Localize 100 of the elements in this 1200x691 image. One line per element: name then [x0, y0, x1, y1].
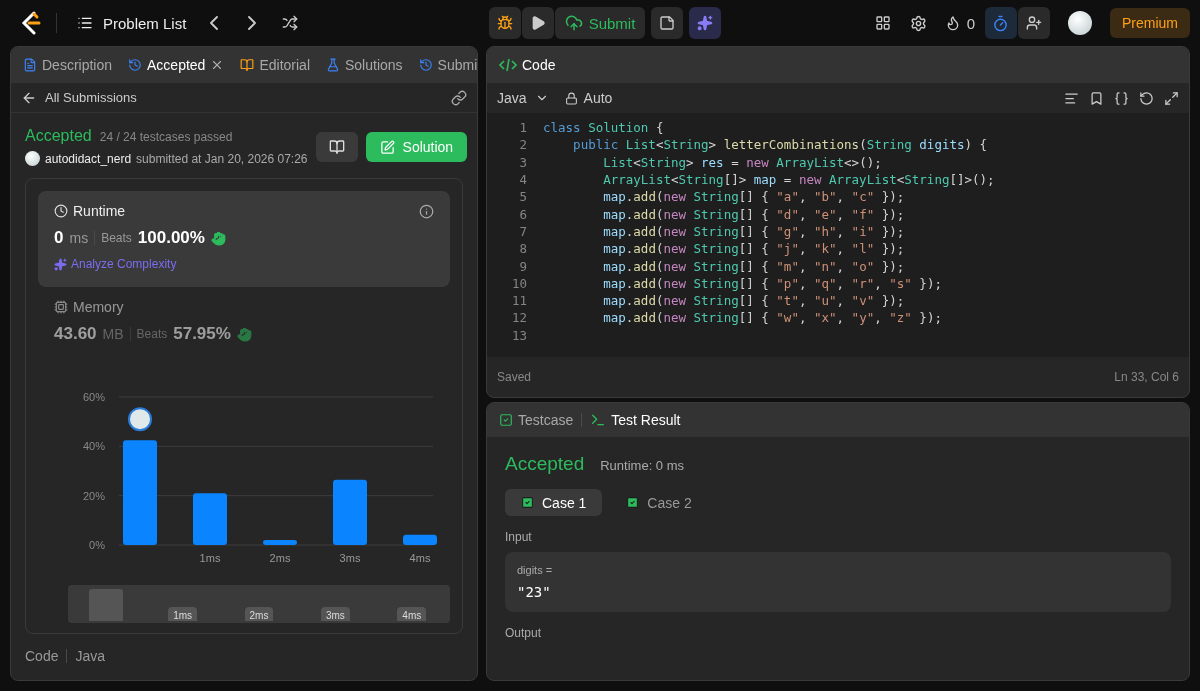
expand-icon[interactable]: [1164, 90, 1179, 106]
metric-title: Runtime: [73, 203, 126, 219]
book-icon: [240, 58, 255, 72]
tab[interactable]: Test Result: [584, 403, 687, 438]
metric-card[interactable]: Memory 43.60 MB Beats 57.95%: [38, 287, 450, 367]
variable-name: digits =: [517, 564, 554, 576]
book-button[interactable]: [315, 132, 358, 162]
braces-icon[interactable]: [1114, 90, 1129, 106]
line-number: 8: [518, 241, 528, 257]
line-number: 7: [518, 223, 528, 239]
metric-card[interactable]: Runtime 0 ms Beats 100.00% Analyze Complexity: [38, 191, 450, 287]
line-number: 12: [510, 310, 528, 326]
metric-unit: ms: [69, 230, 89, 246]
beats-label: Beats: [136, 327, 168, 341]
line-number: 10: [510, 275, 528, 291]
history-icon: [128, 58, 143, 72]
tab[interactable]: Editorial: [234, 47, 316, 83]
runtime-text: Runtime: 0 ms: [600, 458, 685, 473]
auto-mode-toggle[interactable]: Auto: [564, 90, 613, 106]
case-tab[interactable]: Case 1: [505, 489, 603, 516]
line-number: 9: [518, 258, 528, 274]
problem-list-link[interactable]: Problem List: [71, 7, 193, 39]
tab[interactable]: Solutions: [320, 47, 409, 83]
timer-button[interactable]: [985, 7, 1017, 39]
metric-unit: MB: [102, 326, 124, 342]
line-number: 3: [518, 154, 528, 170]
navigator-label: 1ms: [168, 607, 198, 621]
language-dropdown[interactable]: Java: [497, 90, 549, 106]
chevron-right-icon: [248, 16, 257, 30]
line-number: 1: [518, 120, 528, 136]
beats-percent: 100.00%: [137, 228, 205, 248]
axis-tick-label: 1ms: [199, 552, 221, 564]
code-line: map.add(new String[] { "w", "x", "y", "z" });: [602, 310, 942, 326]
code-line: map.add(new String[] { "p", "q", "r", "s" });: [602, 275, 942, 291]
navigator-label: 4ms: [397, 607, 427, 621]
navigator-label: 3ms: [320, 607, 350, 621]
code-line: map.add(new String[] { "m", "n", "o" });: [602, 258, 905, 274]
range-navigator[interactable]: 1ms 2ms 3ms 4ms: [68, 585, 450, 623]
testcases-passed: 24 / 24 testcases passed: [99, 130, 233, 144]
note-icon: [659, 15, 676, 31]
run-button[interactable]: [521, 7, 554, 39]
lock-icon: [564, 91, 578, 105]
hand-icon: [210, 230, 226, 246]
ai-button[interactable]: [689, 7, 722, 39]
avatar[interactable]: [1068, 11, 1092, 35]
note-button[interactable]: [651, 7, 684, 39]
code-tab[interactable]: Code: [493, 47, 562, 83]
list-icon: [77, 15, 93, 31]
cursor-position: Ln 33, Col 6: [1114, 370, 1179, 384]
avatar-marker: [128, 407, 152, 432]
debug-button[interactable]: [488, 7, 521, 39]
terminal-icon: [590, 412, 607, 428]
bar[interactable]: [403, 534, 437, 545]
add-user-icon: [1026, 15, 1042, 31]
link-icon[interactable]: [451, 89, 467, 106]
shuffle-icon: [282, 15, 299, 31]
code-line: List<String> res = new ArrayList<>();: [602, 154, 882, 170]
sparkle-icon: [54, 257, 67, 271]
beats-percent: 57.95%: [173, 324, 231, 344]
format-icon[interactable]: [1064, 90, 1079, 106]
axis-tick-label: 4ms: [409, 552, 431, 564]
axis-tick-label: 2ms: [269, 552, 291, 564]
code-line: map.add(new String[] { "g", "h", "i" });: [602, 223, 905, 239]
line-number: 5: [518, 189, 528, 205]
axis-tick-label: 20%: [82, 489, 105, 502]
check-icon: [521, 496, 534, 509]
settings-icon: [910, 14, 928, 32]
chip-icon: [54, 300, 68, 314]
logo-icon[interactable]: [20, 11, 42, 35]
bug-icon: [496, 15, 513, 31]
bookmark-icon[interactable]: [1089, 90, 1104, 106]
reset-icon[interactable]: [1139, 90, 1154, 106]
tab[interactable]: Description: [17, 47, 119, 83]
clock-icon: [54, 204, 68, 218]
result-status: Accepted: [505, 453, 585, 475]
username[interactable]: autodidact_nerd: [45, 151, 132, 166]
history-icon: [418, 58, 433, 72]
line-number: 2: [518, 137, 528, 153]
code-line: public List<String> letterCombinations(String digits) {: [572, 137, 988, 153]
input-label: Input: [505, 530, 533, 544]
metric-value: 0: [54, 228, 64, 248]
axis-tick-label: 0%: [89, 539, 105, 551]
premium-button[interactable]: Premium: [1110, 8, 1190, 38]
footer-label: Code: [25, 648, 59, 664]
line-number: 11: [510, 293, 528, 309]
streak-button[interactable]: 0: [938, 7, 981, 39]
code-icon: [499, 58, 517, 72]
tab[interactable]: Submi: [412, 47, 477, 83]
tab[interactable]: Testcase: [493, 403, 580, 438]
code-line: map.add(new String[] { "t", "u", "v" });: [602, 293, 905, 309]
back-link[interactable]: All Submissions: [21, 89, 137, 106]
submission-status: Accepted: [25, 127, 92, 145]
case-tab[interactable]: Case 2: [610, 489, 708, 516]
tab[interactable]: Accepted: [122, 47, 231, 83]
check-icon: [626, 496, 640, 509]
beats-label: Beats: [101, 231, 132, 245]
submit-button[interactable]: Submit: [554, 7, 646, 39]
add-user-button[interactable]: [1018, 7, 1050, 39]
code-line: map.add(new String[] { "d", "e", "f" });: [602, 206, 905, 222]
info-icon[interactable]: [419, 203, 434, 219]
